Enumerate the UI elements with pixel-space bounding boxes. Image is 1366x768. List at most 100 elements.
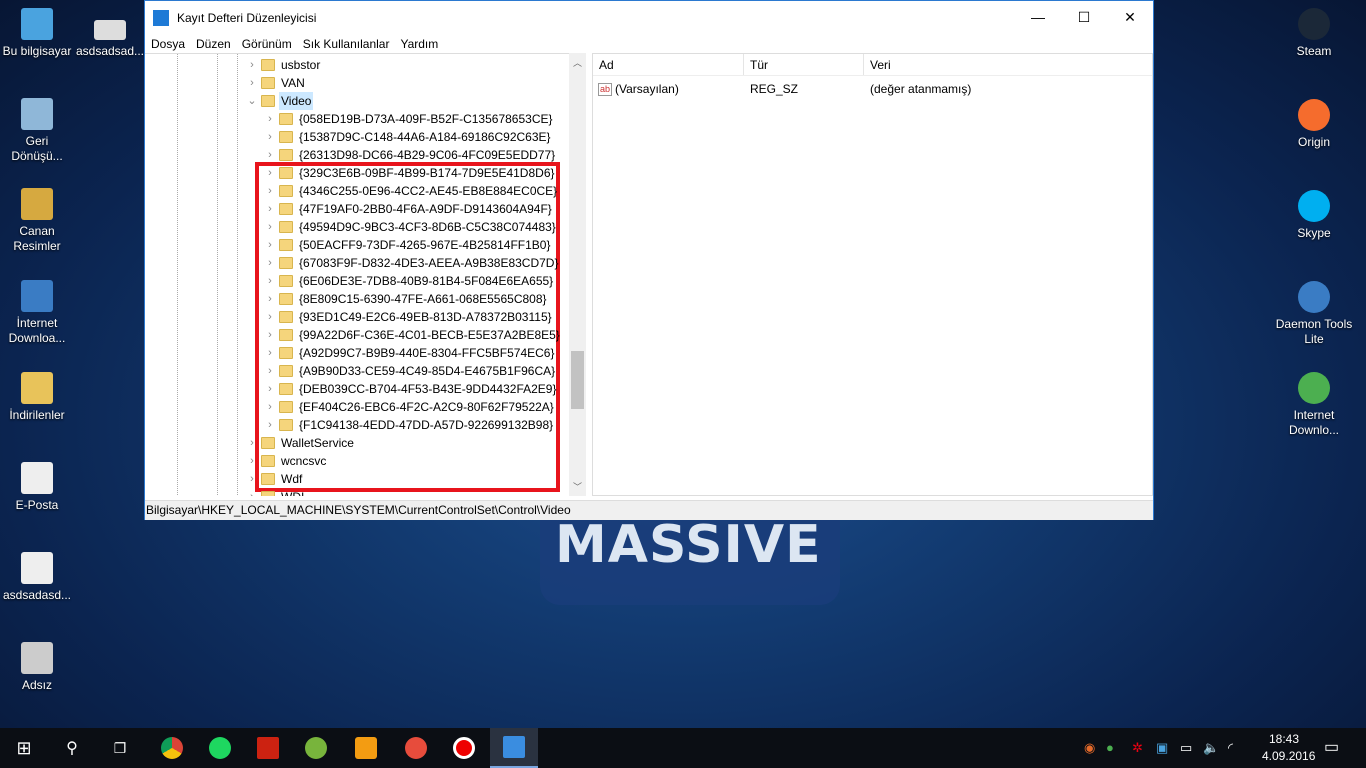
menu-favorites[interactable]: Sık Kullanılanlar <box>303 37 390 51</box>
chevron-right-icon[interactable]: › <box>265 344 275 362</box>
tree-item[interactable]: › WDI <box>247 488 306 496</box>
utorrent-button[interactable] <box>292 728 340 768</box>
tree-item[interactable]: › {49594D9C-9BC3-4CF3-8D6B-C5C38C074483} <box>265 218 558 236</box>
desktop-icon[interactable]: asdsadasd... <box>0 552 74 603</box>
tree-item[interactable]: › {329C3E6B-09BF-4B99-B174-7D9E5E41D8D6} <box>265 164 557 182</box>
origin-tray-icon[interactable]: ◉ <box>1084 740 1095 756</box>
chevron-right-icon[interactable]: › <box>247 452 257 470</box>
scroll-thumb[interactable] <box>571 351 584 409</box>
desktop-icon[interactable]: Bu bilgisayar <box>0 8 74 59</box>
tree-item[interactable]: › {DEB039CC-B704-4F53-B43E-9DD4432FA2E9} <box>265 380 558 398</box>
tree-item[interactable]: › {EF404C26-EBC6-4F2C-A2C9-80F62F79522A} <box>265 398 556 416</box>
menu-duzen[interactable]: Düzen <box>196 37 231 51</box>
desktop-icon[interactable]: asdsadsad... <box>73 14 147 59</box>
app-button[interactable] <box>342 728 390 768</box>
column-header-type[interactable]: Tür <box>744 54 864 75</box>
battery-icon[interactable]: ▭ <box>1180 740 1192 756</box>
chevron-down-icon[interactable]: ⌄ <box>247 92 257 110</box>
chevron-right-icon[interactable]: › <box>265 254 275 272</box>
scroll-down-icon[interactable]: ﹀ <box>569 480 586 493</box>
desktop-icon[interactable]: Geri Dönüşü... <box>0 98 74 164</box>
maximize-button[interactable]: ☐ <box>1061 1 1107 34</box>
tree-item[interactable]: › {67083F9F-D832-4DE3-AEEA-A9B38E83CD7D} <box>265 254 560 272</box>
chevron-right-icon[interactable]: › <box>265 146 275 164</box>
desktop-icon[interactable]: Internet Downlo... <box>1274 372 1354 438</box>
wifi-icon[interactable]: ◜ <box>1228 740 1233 756</box>
tree-item[interactable]: › {6E06DE3E-7DB8-40B9-81B4-5F084E6EA655} <box>265 272 555 290</box>
chevron-right-icon[interactable]: › <box>265 326 275 344</box>
column-header-name[interactable]: Ad <box>593 54 744 75</box>
task-view-button[interactable]: ❐ <box>96 728 144 768</box>
tree-item[interactable]: › VAN <box>247 74 307 92</box>
desktop-icon[interactable]: Adsız <box>0 642 74 693</box>
chevron-right-icon[interactable]: › <box>265 200 275 218</box>
bloody-button[interactable] <box>244 728 292 768</box>
chevron-right-icon[interactable]: › <box>265 272 275 290</box>
desktop-icon[interactable]: Skype <box>1274 190 1354 241</box>
chevron-right-icon[interactable]: › <box>265 290 275 308</box>
tree-item[interactable]: › {F1C94138-4EDD-47DD-A57D-922699132B98} <box>265 416 555 434</box>
value-row[interactable]: ab (Varsayılan) REG_SZ (değer atanmamış) <box>593 80 1152 98</box>
desktop-icon[interactable]: İnternet Downloa... <box>0 280 74 346</box>
tree-item[interactable]: › {4346C255-0E96-4CC2-AE45-EB8E884EC0CE} <box>265 182 559 200</box>
regedit-taskbar-button[interactable] <box>490 728 538 768</box>
start-button[interactable]: ⊞ <box>0 728 48 768</box>
chevron-right-icon[interactable]: › <box>265 416 275 434</box>
tree-item[interactable]: ⌄ Video <box>247 92 314 110</box>
tree-item[interactable]: › {15387D9C-C148-44A6-A184-69186C92C63E} <box>265 128 553 146</box>
chevron-right-icon[interactable]: › <box>265 308 275 326</box>
tree-item[interactable]: › {058ED19B-D73A-409F-B52F-C135678653CE} <box>265 110 555 128</box>
bloody-tray-icon[interactable]: ✲ <box>1132 740 1143 756</box>
chevron-right-icon[interactable]: › <box>265 128 275 146</box>
tree-item[interactable]: › usbstor <box>247 56 322 74</box>
menu-dosya[interactable]: Dosya <box>151 37 185 51</box>
tree-item[interactable]: › {8E809C15-6390-47FE-A661-068E5565C808} <box>265 290 549 308</box>
chevron-right-icon[interactable]: › <box>247 488 257 496</box>
desktop-icon[interactable]: Canan Resimler <box>0 188 74 254</box>
tree-item[interactable]: › {93ED1C49-E2C6-49EB-813D-A78372B03115} <box>265 308 554 326</box>
tree-item[interactable]: › {A92D99C7-B9B9-440E-8304-FFC5BF574EC6} <box>265 344 556 362</box>
close-button[interactable]: ✕ <box>1107 1 1153 34</box>
menu-gorunum[interactable]: Görünüm <box>242 37 292 51</box>
chevron-right-icon[interactable]: › <box>247 470 257 488</box>
tree-item[interactable]: › wcncsvc <box>247 452 328 470</box>
desktop-icon[interactable]: İndirilenler <box>0 372 74 423</box>
search-button[interactable]: ⚲ <box>48 728 96 768</box>
desktop-icon[interactable]: E-Posta <box>0 462 74 513</box>
chevron-right-icon[interactable]: › <box>265 218 275 236</box>
tree-item[interactable]: › {99A22D6F-C36E-4C01-BECB-E5E37A2BE8E5} <box>265 326 562 344</box>
chevron-right-icon[interactable]: › <box>265 236 275 254</box>
scroll-up-icon[interactable]: ︿ <box>569 56 586 69</box>
tree-item[interactable]: › {50EACFF9-73DF-4265-967E-4B25814FF1B0} <box>265 236 552 254</box>
spotify-button[interactable] <box>196 728 244 768</box>
chevron-right-icon[interactable]: › <box>265 362 275 380</box>
chevron-right-icon[interactable]: › <box>265 182 275 200</box>
chevron-right-icon[interactable]: › <box>265 110 275 128</box>
chevron-right-icon[interactable]: › <box>247 434 257 452</box>
tree-scrollbar[interactable]: ︿ ﹀ <box>569 53 586 496</box>
app-tray-icon[interactable]: ▣ <box>1156 740 1168 756</box>
clock[interactable]: 18:43 4.09.2016 <box>1262 731 1315 765</box>
chevron-right-icon[interactable]: › <box>265 164 275 182</box>
menu-yardim[interactable]: Yardım <box>400 37 438 51</box>
action-center-icon[interactable]: ▭ <box>1324 737 1339 757</box>
tree-item[interactable]: › {47F19AF0-2BB0-4F6A-A9DF-D9143604A94F} <box>265 200 554 218</box>
ccleaner-button[interactable] <box>392 728 440 768</box>
tree-item[interactable]: › {A9B90D33-CE59-4C49-85D4-E4675B1F96CA} <box>265 362 557 380</box>
tree-item[interactable]: › Wdf <box>247 470 304 488</box>
chrome-button[interactable] <box>148 728 196 768</box>
desktop-icon[interactable]: Origin <box>1274 99 1354 150</box>
chevron-right-icon[interactable]: › <box>247 74 257 92</box>
volume-icon[interactable]: 🔈 <box>1203 740 1219 756</box>
column-header-data[interactable]: Veri <box>864 54 1152 75</box>
tree-item[interactable]: › WalletService <box>247 434 356 452</box>
idm-tray-icon[interactable]: ● <box>1106 740 1114 755</box>
minimize-button[interactable]: — <box>1015 1 1061 34</box>
chevron-right-icon[interactable]: › <box>247 56 257 74</box>
recorder-button[interactable] <box>440 728 488 768</box>
chevron-right-icon[interactable]: › <box>265 380 275 398</box>
desktop-icon[interactable]: Daemon Tools Lite <box>1274 281 1354 347</box>
chevron-right-icon[interactable]: › <box>265 398 275 416</box>
desktop-icon[interactable]: Steam <box>1274 8 1354 59</box>
title-bar[interactable]: Kayıt Defteri Düzenleyicisi <box>145 1 1153 34</box>
